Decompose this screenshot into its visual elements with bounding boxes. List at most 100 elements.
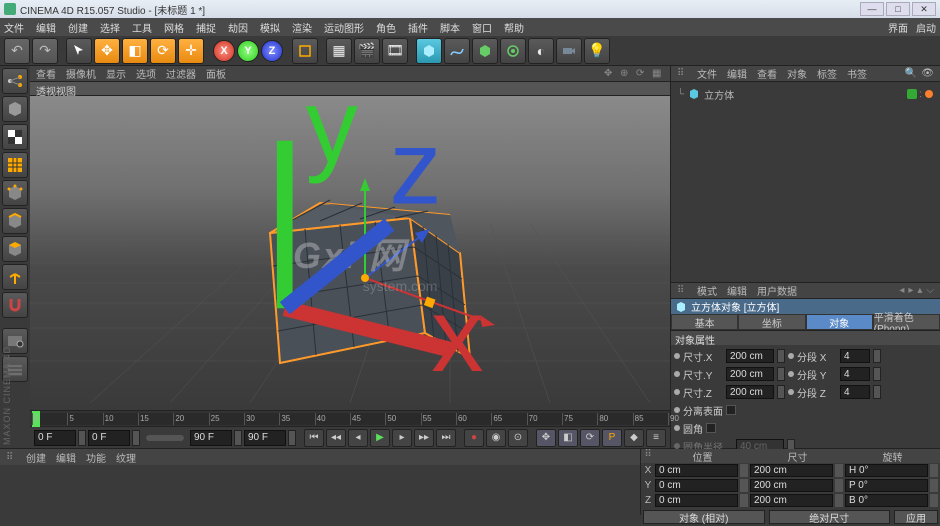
select-tool[interactable] xyxy=(66,38,92,64)
pos-x-field[interactable]: 0 cm xyxy=(655,464,738,477)
light-button[interactable]: 💡 xyxy=(584,38,610,64)
time-start-field[interactable]: 0 F xyxy=(34,430,76,446)
view-menu-options[interactable]: 选项 xyxy=(136,66,156,81)
om-tab-edit[interactable]: 编辑 xyxy=(727,66,747,81)
spinner-icon[interactable] xyxy=(835,494,843,507)
menu-tools[interactable]: 工具 xyxy=(132,20,152,35)
key-param-button[interactable]: P xyxy=(602,429,622,447)
key-rot-button[interactable]: ⟳ xyxy=(580,429,600,447)
visibility-tag[interactable] xyxy=(907,89,917,99)
key-pos-button[interactable]: ✥ xyxy=(536,429,556,447)
om-tab-object[interactable]: 对象 xyxy=(787,66,807,81)
next-key-button[interactable]: ▸▸ xyxy=(414,429,434,447)
range-end-field[interactable]: 90 F xyxy=(190,430,232,446)
eye-icon[interactable]: 👁 xyxy=(921,68,934,79)
object-row-cube[interactable]: └ 立方体 : xyxy=(675,86,936,102)
field-segx[interactable]: 4 xyxy=(840,349,870,363)
point-mode-button[interactable] xyxy=(2,180,28,206)
om-tab-tags[interactable]: 标签 xyxy=(817,66,837,81)
anim-dot-icon[interactable] xyxy=(674,353,680,359)
search-icon[interactable]: 🔍 xyxy=(905,68,917,79)
spinner-icon[interactable] xyxy=(740,479,748,492)
close-button[interactable]: ✕ xyxy=(912,2,936,16)
checkbox-fillet[interactable] xyxy=(706,423,716,433)
snap-button[interactable] xyxy=(2,292,28,318)
key-options-button[interactable]: ≡ xyxy=(646,429,666,447)
mat-tab-create[interactable]: 创建 xyxy=(26,450,46,465)
menu-animate[interactable]: 劫因 xyxy=(228,20,248,35)
rotate-tool[interactable]: ⟳ xyxy=(150,38,176,64)
spinner-icon[interactable] xyxy=(930,464,938,477)
menu-help[interactable]: 帮助 xyxy=(504,20,524,35)
spline-button[interactable] xyxy=(444,38,470,64)
spinner-icon[interactable] xyxy=(288,430,296,446)
mat-tab-texture[interactable]: 纹理 xyxy=(116,450,136,465)
spinner-icon[interactable] xyxy=(740,464,748,477)
om-tab-file[interactable]: 文件 xyxy=(697,66,717,81)
generator-button[interactable] xyxy=(472,38,498,64)
timeline-track[interactable]: 051015202530354045505560657075808590 xyxy=(32,413,668,425)
time-end-field[interactable]: 90 F xyxy=(244,430,286,446)
view-rotate-icon[interactable]: ⟳ xyxy=(636,68,648,80)
recent-tool[interactable]: ✛ xyxy=(178,38,204,64)
goto-end-button[interactable]: ⏭ xyxy=(436,429,456,447)
menu-plugins[interactable]: 插件 xyxy=(408,20,428,35)
rot-b-field[interactable]: B 0° xyxy=(845,494,928,507)
minimize-button[interactable]: — xyxy=(860,2,884,16)
play-button[interactable]: ▶ xyxy=(370,429,390,447)
record-button[interactable]: ● xyxy=(464,429,484,447)
mat-tab-edit[interactable]: 编辑 xyxy=(56,450,76,465)
pos-y-field[interactable]: 0 cm xyxy=(655,479,738,492)
spinner-icon[interactable] xyxy=(930,479,938,492)
panel-menu-icon[interactable]: ⠿ xyxy=(677,285,687,296)
menu-edit[interactable]: 编辑 xyxy=(36,20,56,35)
next-frame-button[interactable]: ▸ xyxy=(392,429,412,447)
menu-simulate[interactable]: 模拟 xyxy=(260,20,280,35)
spinner-icon[interactable] xyxy=(835,479,843,492)
edge-mode-button[interactable] xyxy=(2,208,28,234)
view-menu-panel[interactable]: 面板 xyxy=(206,66,226,81)
spinner-icon[interactable] xyxy=(930,494,938,507)
coord-mode-select[interactable]: 对象 (相对) xyxy=(643,510,765,524)
checkbox-sepsurface[interactable] xyxy=(726,405,736,415)
move-tool[interactable]: ✥ xyxy=(94,38,120,64)
material-manager[interactable]: ⠿ 创建 编辑 功能 纹理 xyxy=(0,449,640,515)
mat-tab-function[interactable]: 功能 xyxy=(86,450,106,465)
key-scale-button[interactable]: ◧ xyxy=(558,429,578,447)
model-mode-button[interactable] xyxy=(2,96,28,122)
prev-frame-button[interactable]: ◂ xyxy=(348,429,368,447)
pos-z-field[interactable]: 0 cm xyxy=(655,494,738,507)
menu-layout[interactable]: 界面 xyxy=(888,20,908,35)
keyframe-selection-button[interactable]: ⊙ xyxy=(508,429,528,447)
workplane-mode-button[interactable] xyxy=(2,152,28,178)
view-toggle-icon[interactable]: ▦ xyxy=(652,68,664,80)
menu-icon[interactable]: ⌵ xyxy=(926,285,934,296)
key-pla-button[interactable]: ◆ xyxy=(624,429,644,447)
timeline-range-slider[interactable] xyxy=(146,435,184,441)
menu-script[interactable]: 脚本 xyxy=(440,20,460,35)
view-zoom-icon[interactable]: ⊕ xyxy=(620,68,632,80)
texture-mode-button[interactable] xyxy=(2,124,28,150)
spinner-icon[interactable] xyxy=(873,385,881,399)
goto-start-button[interactable]: ⏮ xyxy=(304,429,324,447)
menu-window[interactable]: 窗口 xyxy=(472,20,492,35)
prev-icon[interactable]: ◂ xyxy=(899,285,904,296)
anim-dot-icon[interactable] xyxy=(674,371,680,377)
field-segy[interactable]: 4 xyxy=(840,367,870,381)
axis-z-toggle[interactable]: Z xyxy=(261,40,283,62)
size-mode-select[interactable]: 绝对尺寸 xyxy=(769,510,891,524)
object-name[interactable]: 立方体 xyxy=(704,87,734,102)
view-nav-icon[interactable]: ✥ xyxy=(604,68,616,80)
render-view-button[interactable]: ▦ xyxy=(326,38,352,64)
coord-system-button[interactable] xyxy=(292,38,318,64)
size-y-field[interactable]: 200 cm xyxy=(750,479,833,492)
range-start-field[interactable]: 0 F xyxy=(88,430,130,446)
menu-snap[interactable]: 捕捉 xyxy=(196,20,216,35)
spinner-icon[interactable] xyxy=(873,367,881,381)
menu-select[interactable]: 选择 xyxy=(100,20,120,35)
anim-dot-icon[interactable] xyxy=(674,425,680,431)
spinner-icon[interactable] xyxy=(777,367,785,381)
axis-y-toggle[interactable]: Y xyxy=(237,40,259,62)
attr-tab-coord[interactable]: 坐标 xyxy=(738,314,805,330)
spinner-icon[interactable] xyxy=(234,430,242,446)
